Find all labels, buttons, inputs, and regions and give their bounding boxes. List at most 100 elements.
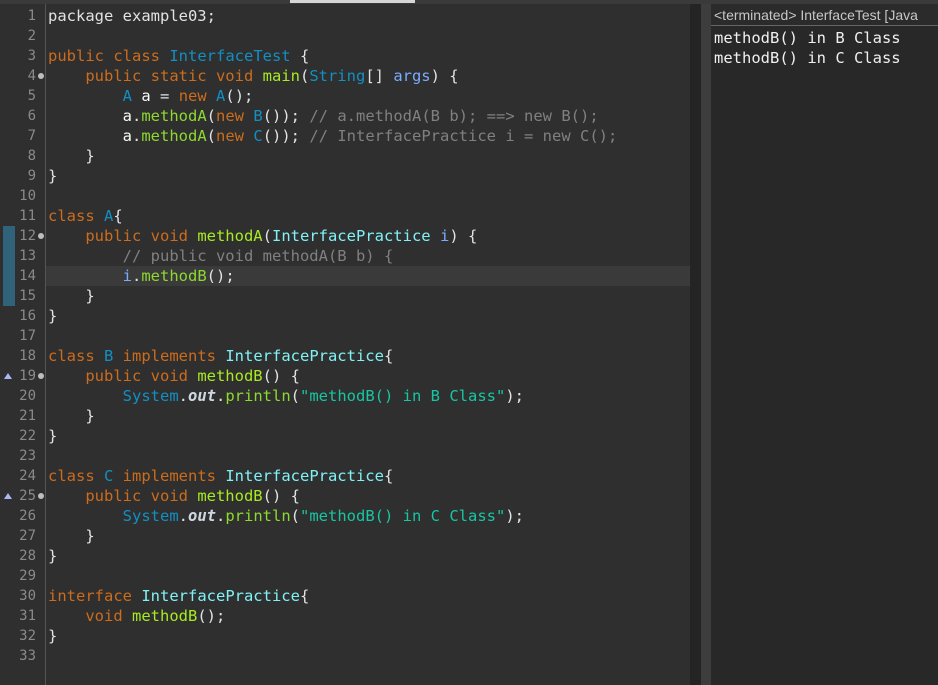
code-token: = — [150, 87, 179, 105]
code-token: ( — [299, 67, 310, 85]
code-line[interactable]: System.out.println("methodB() in C Class… — [48, 506, 524, 526]
line-number: 30 — [19, 588, 36, 604]
code-token: InterfacePractice — [225, 467, 384, 485]
code-token: . — [132, 127, 142, 145]
code-token: { — [299, 587, 310, 605]
fold-toggle-icon[interactable] — [38, 233, 44, 239]
code-token: } — [48, 167, 58, 185]
fold-toggle-icon[interactable] — [38, 373, 44, 379]
line-number: 15 — [19, 288, 36, 304]
code-token: [] — [365, 67, 394, 85]
code-token: System — [122, 387, 179, 405]
code-line[interactable]: } — [48, 546, 57, 566]
console-title: <terminated> InterfaceTest [Java — [711, 4, 938, 26]
code-token: package example03; — [48, 7, 216, 25]
code-token: . — [178, 507, 188, 525]
code-token: () { — [262, 487, 300, 505]
code-line[interactable]: package example03; — [48, 6, 216, 26]
code-token: println — [225, 507, 291, 525]
line-number: 14 — [19, 268, 36, 284]
code-token: out — [188, 507, 216, 525]
code-line[interactable]: } — [48, 406, 95, 426]
editor-vertical-scrollbar[interactable] — [690, 4, 701, 685]
code-token: } — [48, 407, 95, 425]
code-token: a — [141, 87, 151, 105]
code-line[interactable]: } — [48, 146, 94, 166]
code-token: { — [383, 467, 394, 485]
code-line[interactable]: A a = new A(); — [48, 86, 254, 106]
code-token: String — [309, 67, 366, 85]
code-token: "methodB() in B Class" — [300, 387, 506, 405]
code-token: InterfaceTest — [169, 47, 291, 65]
line-number: 3 — [27, 48, 36, 64]
code-line[interactable]: public static void main(String[] args) { — [48, 66, 459, 86]
code-line[interactable]: System.out.println("methodB() in B Class… — [48, 386, 524, 406]
line-number-gutter: 1 2 3 4 5 6 7 8 9 10 11 12 13 14 15 16 17 18 19 20 21 22 23 24 2… — [0, 4, 46, 685]
code-token: ) { — [430, 67, 459, 85]
line-number: 8 — [27, 148, 36, 164]
code-token: } — [48, 527, 95, 545]
code-line[interactable]: void methodB(); — [48, 606, 225, 626]
code-line[interactable]: class C implements InterfacePractice{ — [48, 466, 393, 486]
line-number: 32 — [19, 628, 36, 644]
code-editor[interactable]: 1 2 3 4 5 6 7 8 9 10 11 12 13 14 15 16 17 18 19 20 21 22 23 24 2… — [0, 4, 701, 685]
code-token: i — [439, 227, 450, 245]
code-token: } — [48, 307, 58, 325]
code-line[interactable]: public void methodB() { — [48, 486, 300, 506]
code-line[interactable]: public void methodA(InterfacePractice i)… — [48, 226, 477, 246]
code-token: out — [188, 387, 216, 405]
code-line[interactable]: interface InterfacePractice{ — [48, 586, 309, 606]
code-token: } — [48, 287, 95, 305]
line-number: 23 — [19, 448, 36, 464]
code-line[interactable]: a.methodA(new B()); // a.methodA(B b); =… — [48, 106, 599, 126]
line-number: 22 — [19, 428, 36, 444]
code-line[interactable]: } — [48, 426, 57, 446]
code-token: public void — [85, 487, 198, 505]
code-token: . — [178, 387, 188, 405]
line-number: 16 — [19, 308, 36, 324]
code-token: { — [113, 207, 123, 225]
code-text-area[interactable]: package example03; public class Interface… — [46, 4, 690, 685]
code-line[interactable]: } — [48, 166, 57, 186]
override-triangle-icon[interactable] — [4, 493, 12, 499]
code-line[interactable]: } — [48, 626, 57, 646]
code-token: . — [216, 387, 226, 405]
fold-toggle-icon[interactable] — [38, 493, 44, 499]
line-number: 11 — [19, 208, 36, 224]
code-line[interactable]: } — [48, 286, 95, 306]
line-number: 21 — [19, 408, 36, 424]
line-number: 24 — [19, 468, 36, 484]
code-token: (); — [225, 87, 254, 105]
code-line[interactable]: } — [48, 306, 57, 326]
code-token: A — [216, 87, 226, 105]
code-token: InterfacePractice — [141, 587, 300, 605]
code-token: main — [262, 67, 300, 85]
line-number: 6 — [27, 108, 36, 124]
tab-indicator — [290, 0, 415, 3]
code-line[interactable]: } — [48, 526, 95, 546]
code-token: args — [393, 67, 431, 85]
code-line[interactable]: public class InterfaceTest { — [48, 46, 309, 66]
code-line[interactable]: a.methodA(new C()); // InterfacePractice… — [48, 126, 618, 146]
code-token: new — [216, 127, 254, 145]
code-line[interactable]: // public void methodA(B b) { — [48, 246, 394, 266]
fold-toggle-icon[interactable] — [38, 73, 44, 79]
code-line[interactable]: public void methodB() { — [48, 366, 300, 386]
pane-splitter[interactable] — [701, 4, 711, 685]
code-line[interactable]: i.methodB(); — [48, 266, 235, 286]
code-token: ( — [290, 507, 301, 525]
code-line[interactable]: class A{ — [48, 206, 123, 226]
line-number: 33 — [19, 648, 36, 664]
code-token: public void — [85, 367, 198, 385]
override-triangle-icon[interactable] — [4, 373, 12, 379]
code-line[interactable]: class B implements InterfacePractice{ — [48, 346, 393, 366]
line-number: 12 — [19, 228, 36, 244]
